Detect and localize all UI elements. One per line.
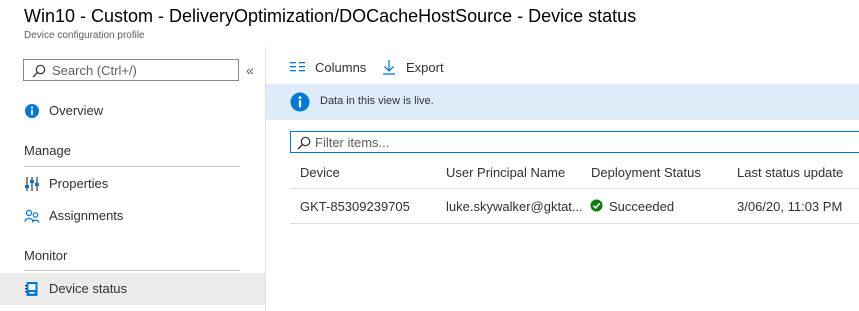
cell-last-status-update: 3/06/20, 11:03 PM [737,199,843,214]
page-subtitle: Device configuration profile [24,30,145,41]
column-header-deployment-status[interactable]: Deployment Status [591,165,701,180]
sidebar-item-properties[interactable]: Properties [0,168,265,200]
section-divider [24,270,240,271]
filter-box[interactable] [290,131,859,153]
sidebar-item-device-status[interactable]: Device status [0,273,265,305]
section-divider [24,166,240,167]
page-header: Win10 - Custom - DeliveryOptimization/DO… [0,0,859,47]
column-header-device[interactable]: Device [300,165,340,180]
main-content: Columns Export Data in this view is live… [266,47,859,311]
info-icon [25,104,39,118]
sidebar-item-label: Overview [49,103,104,118]
page-title: Win10 - Custom - DeliveryOptimization/DO… [24,6,637,26]
download-icon [383,60,395,75]
cell-upn: luke.skywalker@gktat... [446,199,583,214]
info-banner: Data in this view is live. [266,84,859,120]
cell-deployment-status: Succeeded [609,199,675,214]
sidebar-item-label: Properties [49,176,109,191]
sidebar-item-label: Device status [49,281,128,296]
table-header-divider [290,188,859,189]
row-divider [290,223,859,224]
column-header-upn[interactable]: User Principal Name [446,165,565,180]
export-label: Export [406,60,444,75]
section-header-manage: Manage [24,143,71,158]
filter-input[interactable] [315,134,615,150]
assignments-icon [24,209,40,223]
success-check-icon [590,199,603,212]
section-header-monitor: Monitor [24,248,68,263]
sidebar-item-assignments[interactable]: Assignments [0,200,265,232]
column-header-last-status-update[interactable]: Last status update [737,165,843,180]
device-status-icon [25,282,38,296]
cell-device: GKT-85309239705 [300,199,410,214]
search-icon [32,64,46,78]
properties-icon [25,177,39,191]
columns-icon [290,62,305,72]
sidebar-item-label: Assignments [49,208,124,223]
sidebar-search-box[interactable] [23,59,239,81]
sidebar: « Overview Manage Properties Assig [0,47,266,311]
columns-label: Columns [315,60,367,75]
search-icon [297,136,311,150]
banner-message: Data in this view is live. [320,95,434,107]
sidebar-search-input[interactable] [52,62,232,78]
sidebar-item-overview[interactable]: Overview [0,95,265,127]
info-icon [290,92,310,112]
collapse-sidebar-button[interactable]: « [246,62,254,78]
